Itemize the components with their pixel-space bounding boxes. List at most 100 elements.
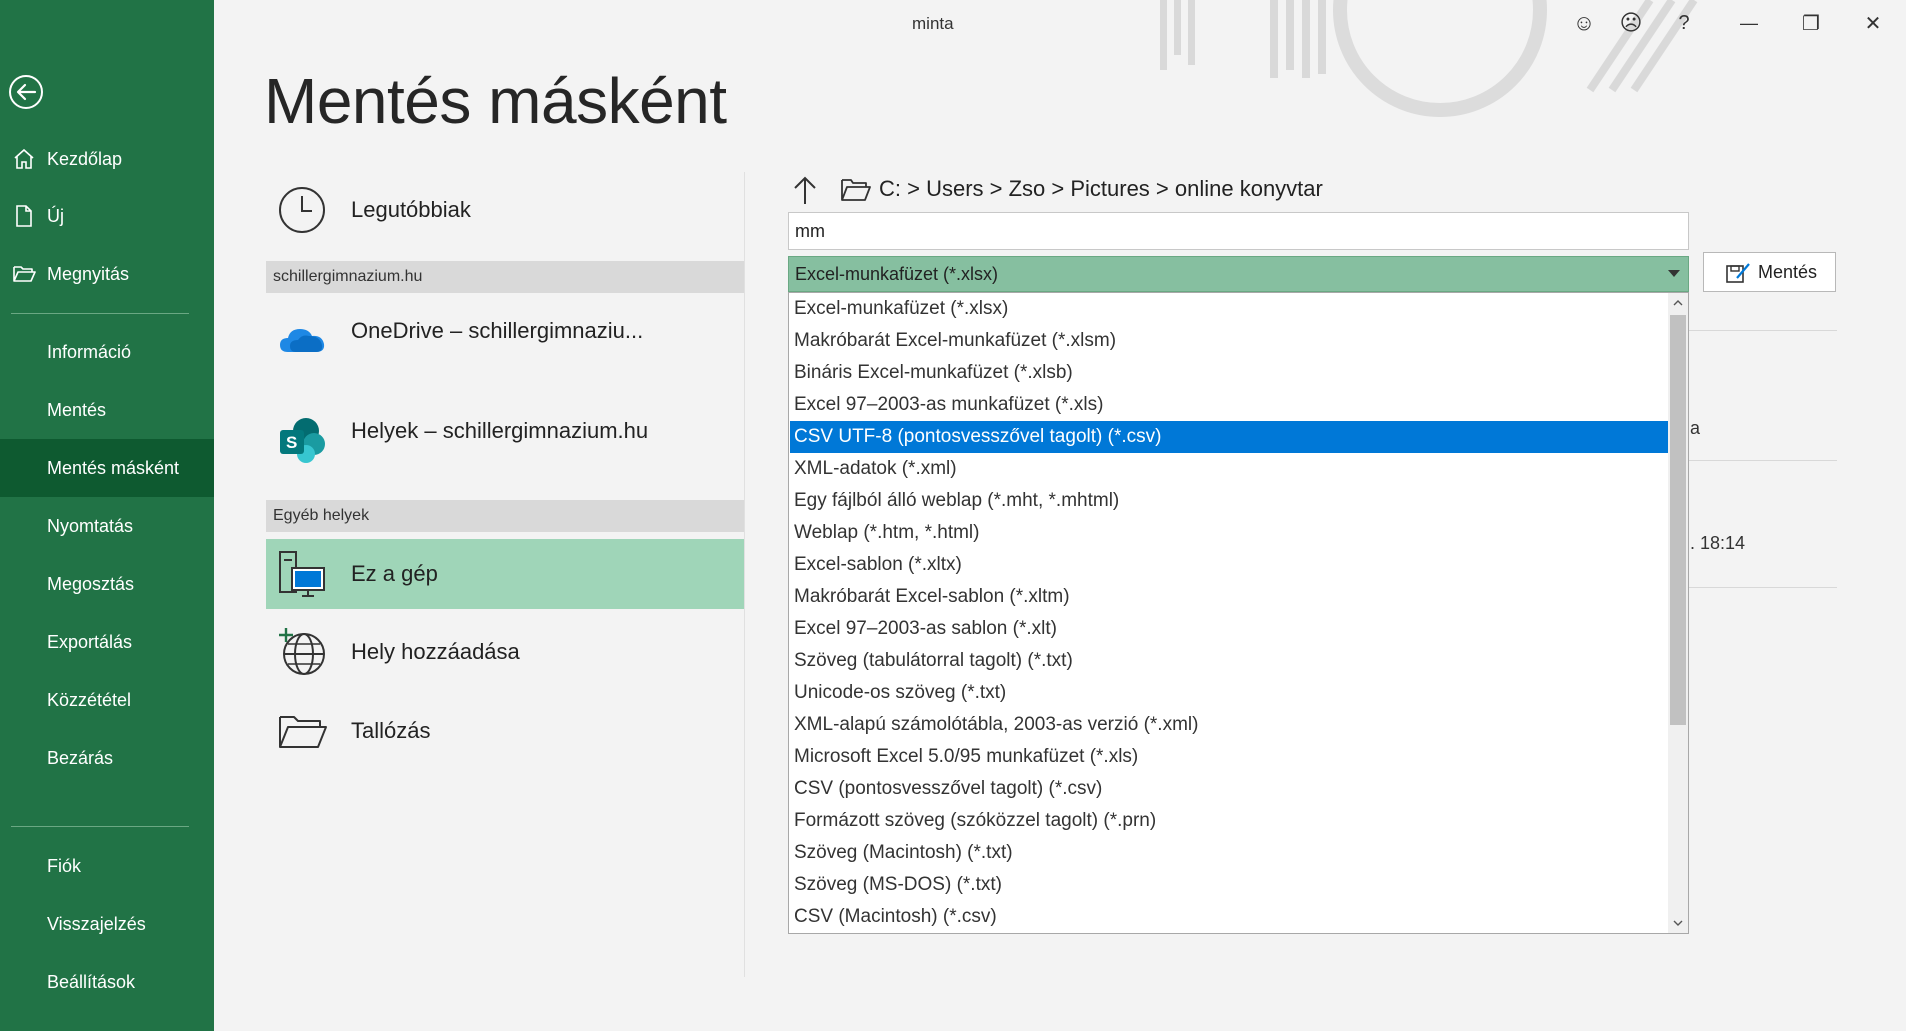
sidebar-item-save-as[interactable]: Mentés másként xyxy=(0,439,214,497)
chevron-down-icon xyxy=(1673,920,1683,926)
help-button[interactable]: ? xyxy=(1666,8,1702,38)
file-type-option[interactable]: Szöveg (Macintosh) (*.txt) xyxy=(790,837,1668,869)
back-arrow-icon[interactable] xyxy=(8,74,44,110)
sidebar-item-feedback[interactable]: Visszajelzés xyxy=(0,895,214,953)
file-type-option[interactable]: XML-adatok (*.xml) xyxy=(790,453,1668,485)
sidebar-item-share[interactable]: Megosztás xyxy=(0,555,214,613)
close-window-button[interactable]: ✕ xyxy=(1855,8,1891,38)
file-type-option[interactable]: Szöveg (MS-DOS) (*.txt) xyxy=(790,869,1668,901)
file-type-option[interactable]: CSV (pontosvesszővel tagolt) (*.csv) xyxy=(790,773,1668,805)
file-modified-date-fragment: . 18:14 xyxy=(1690,533,1746,553)
file-type-option[interactable]: Makróbarát Excel-sablon (*.xltm) xyxy=(790,581,1668,613)
sidebar-item-save[interactable]: Mentés xyxy=(0,381,214,439)
location-browse[interactable]: Tallózás xyxy=(266,700,744,762)
computer-icon xyxy=(279,551,325,597)
minimize-button[interactable]: — xyxy=(1731,8,1767,38)
breadcrumb[interactable]: C: > Users > Zso > Pictures > online kon… xyxy=(879,176,1323,202)
document-title: minta xyxy=(912,14,954,33)
file-list-text-fragment: a xyxy=(1690,418,1701,438)
sidebar-item-home[interactable]: Kezdőlap xyxy=(0,130,214,188)
file-type-option[interactable]: Formázott szöveg (szóközzel tagolt) (*.p… xyxy=(790,805,1668,837)
sidebar-item-label: Exportálás xyxy=(47,631,133,652)
sidebar-item-label: Közzététel xyxy=(47,689,132,710)
location-add-place[interactable]: Hely hozzáadása xyxy=(266,621,744,683)
file-type-option[interactable]: Szöveg (tabulátorral tagolt) (*.txt) xyxy=(790,645,1668,677)
smile-feedback-button[interactable]: ☺ xyxy=(1566,8,1602,38)
save-button-label: Mentés xyxy=(1758,261,1818,282)
file-type-option[interactable]: Excel-munkafüzet (*.xlsx) xyxy=(790,293,1668,325)
file-type-select[interactable]: Excel-munkafüzet (*.xlsx) xyxy=(788,256,1689,292)
scroll-down-arrow[interactable] xyxy=(1668,913,1688,933)
folder-icon xyxy=(841,179,871,201)
sidebar-item-info[interactable]: Információ xyxy=(0,323,214,381)
file-type-option[interactable]: Microsoft Excel 5.0/95 munkafüzet (*.xls… xyxy=(790,741,1668,773)
scrollbar-thumb[interactable] xyxy=(1670,315,1686,725)
location-label: OneDrive – schillergimnaziu... xyxy=(351,318,644,343)
location-sharepoint-sites[interactable]: S Helyek – schillergimnazium.hu xyxy=(266,400,744,464)
dropdown-scrollbar[interactable] xyxy=(1668,293,1688,933)
frown-icon: ☹ xyxy=(1619,10,1643,35)
sidebar-item-label: Beállítások xyxy=(47,971,136,992)
file-type-selected: Excel-munkafüzet (*.xlsx) xyxy=(795,264,999,284)
sidebar-item-label: Új xyxy=(47,205,64,226)
file-type-option-selected[interactable]: CSV UTF-8 (pontosvesszővel tagolt) (*.cs… xyxy=(790,421,1668,453)
sidebar-item-label: Megnyitás xyxy=(47,263,130,284)
file-type-option[interactable]: Unicode-os szöveg (*.txt) xyxy=(790,677,1668,709)
minimize-icon: — xyxy=(1740,12,1758,33)
sidebar-item-label: Információ xyxy=(47,341,132,362)
sidebar-item-options[interactable]: Beállítások xyxy=(0,953,214,1011)
sidebar-item-open[interactable]: Megnyitás xyxy=(0,245,214,303)
file-type-option[interactable]: XML-alapú számolótábla, 2003-as verzió (… xyxy=(790,709,1668,741)
sidebar-divider xyxy=(11,313,189,314)
sidebar-item-account[interactable]: Fiók xyxy=(0,837,214,895)
sidebar-item-publish[interactable]: Közzététel xyxy=(0,671,214,729)
location-this-pc[interactable]: Ez a gép xyxy=(266,539,744,609)
open-folder-icon xyxy=(13,266,36,282)
scroll-up-arrow[interactable] xyxy=(1668,293,1688,313)
frown-feedback-button[interactable]: ☹ xyxy=(1613,8,1649,38)
sidebar-item-label: Mentés másként xyxy=(47,457,180,478)
sidebar-item-print[interactable]: Nyomtatás xyxy=(0,497,214,555)
location-label: Ez a gép xyxy=(351,561,438,586)
restore-button[interactable]: ❐ xyxy=(1793,8,1829,38)
sidebar-item-label: Megosztás xyxy=(47,573,135,594)
svg-text:S: S xyxy=(286,433,297,452)
location-recent[interactable]: Legutóbbiak xyxy=(266,180,744,240)
restore-icon: ❐ xyxy=(1802,12,1820,35)
file-list-divider xyxy=(1689,460,1837,461)
clock-icon xyxy=(279,187,325,233)
sidebar-item-close[interactable]: Bezárás xyxy=(0,729,214,787)
sidebar-item-label: Kezdőlap xyxy=(47,148,123,169)
file-type-option[interactable]: CSV (Macintosh) (*.csv) xyxy=(790,901,1668,933)
file-type-option[interactable]: Excel 97–2003-as munkafüzet (*.xls) xyxy=(790,389,1668,421)
chevron-up-icon xyxy=(1673,300,1683,306)
file-list-divider xyxy=(1689,330,1837,331)
file-type-option[interactable]: Excel-sablon (*.xltx) xyxy=(790,549,1668,581)
add-globe-icon xyxy=(279,628,325,675)
save-button[interactable]: Mentés xyxy=(1703,252,1836,292)
file-type-option[interactable]: Makróbarát Excel-munkafüzet (*.xlsm) xyxy=(790,325,1668,357)
file-type-option[interactable]: Excel 97–2003-as sablon (*.xlt) xyxy=(790,613,1668,645)
file-type-option[interactable]: Bináris Excel-munkafüzet (*.xlsb) xyxy=(790,357,1668,389)
close-icon: ✕ xyxy=(1864,12,1882,35)
home-icon xyxy=(14,148,34,169)
file-type-option[interactable]: Egy fájlból álló weblap (*.mht, *.mhtml) xyxy=(790,485,1668,517)
location-label: Tallózás xyxy=(351,718,431,743)
section-header-organization: schillergimnazium.hu xyxy=(266,261,744,293)
up-arrow-icon[interactable] xyxy=(790,174,820,206)
sidebar-item-export[interactable]: Exportálás xyxy=(0,613,214,671)
filename-input[interactable]: mm xyxy=(788,212,1689,250)
location-label: Hely hozzáadása xyxy=(351,639,520,664)
location-label: Legutóbbiak xyxy=(351,197,471,222)
save-icon xyxy=(1726,263,1750,283)
sidebar-item-label: Fiók xyxy=(47,855,82,876)
backstage-sidebar: Kezdőlap Új Megnyitás Információ Mentés … xyxy=(0,0,214,1031)
file-type-option[interactable]: Weblap (*.htm, *.html) xyxy=(790,517,1668,549)
location-label: Helyek – schillergimnazium.hu xyxy=(351,418,649,443)
file-type-dropdown-list[interactable]: Excel-munkafüzet (*.xlsx) Makróbarát Exc… xyxy=(788,292,1689,934)
location-onedrive[interactable]: OneDrive – schillergimnaziu... xyxy=(266,300,744,364)
help-icon: ? xyxy=(1678,11,1690,34)
sidebar-divider xyxy=(11,826,189,827)
onedrive-cloud-icon xyxy=(280,329,325,352)
sidebar-item-new[interactable]: Új xyxy=(0,187,214,245)
